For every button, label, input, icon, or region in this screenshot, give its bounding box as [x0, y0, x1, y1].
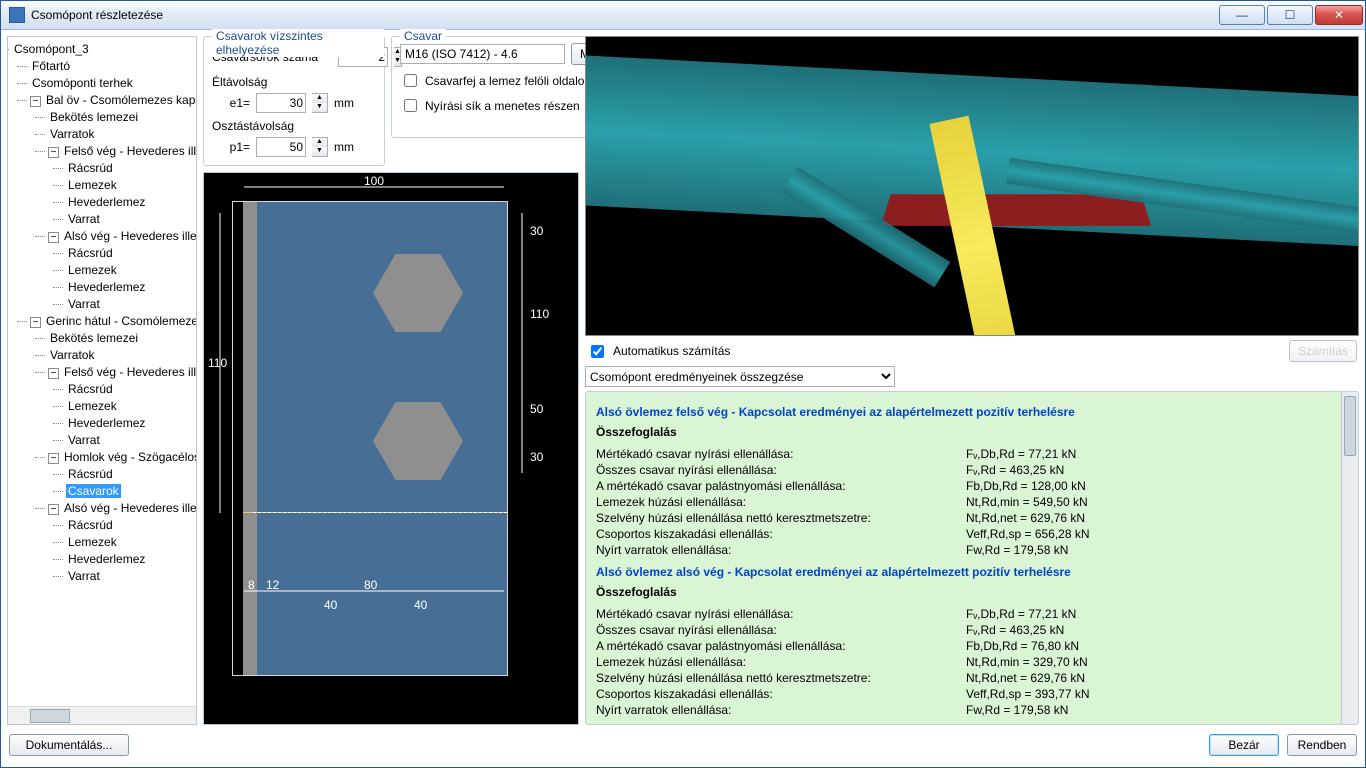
e1-label: e1=: [212, 96, 250, 110]
tree-item[interactable]: Bal öv - Csomólemezes kapc: [44, 93, 196, 107]
tree-item-selected[interactable]: Csavarok: [66, 484, 121, 498]
tree-item[interactable]: Csomóponti terhek: [30, 76, 135, 90]
results-combo[interactable]: Csomópont eredményeinek összegzése: [585, 366, 895, 387]
collapse-icon[interactable]: −: [48, 232, 59, 243]
svg-text:100: 100: [364, 174, 384, 188]
tree-item[interactable]: Felső vég - Hevederes ill: [62, 365, 196, 379]
minimize-button[interactable]: —: [1219, 5, 1265, 25]
maximize-button[interactable]: ☐: [1267, 5, 1313, 25]
tree-item[interactable]: Varrat: [66, 433, 102, 447]
section-header: Alsó övlemez alsó vég - Kapcsolat eredmé…: [596, 564, 1331, 580]
results-panel: Alsó övlemez felső vég - Kapcsolat eredm…: [585, 391, 1359, 725]
tree-item[interactable]: Varrat: [66, 212, 102, 226]
checkbox-label: Csavarfej a lemez felöli oldalon: [425, 74, 591, 88]
tree-item[interactable]: Varratok: [48, 348, 96, 362]
tree-item[interactable]: Homlok vég - Szögacélos: [62, 450, 196, 464]
svg-text:50: 50: [530, 402, 544, 416]
results-text[interactable]: Alsó övlemez felső vég - Kapcsolat eredm…: [586, 392, 1341, 724]
unit-label: mm: [334, 140, 354, 154]
svg-text:110: 110: [530, 307, 549, 321]
edge-title: Éltávolság: [212, 75, 376, 89]
summary-label: Összefoglalás: [596, 425, 677, 439]
svg-text:12: 12: [266, 578, 280, 592]
tree-item[interactable]: Rácsrúd: [66, 467, 115, 481]
tree-item[interactable]: Lemezek: [66, 178, 119, 192]
node-tree[interactable]: Csomópont_3 Főtartó Csomóponti terhek −B…: [8, 37, 196, 706]
tree-item[interactable]: Bekötés lemezei: [48, 110, 140, 124]
results-scrollbar[interactable]: [1341, 392, 1358, 724]
e1-input[interactable]: [256, 93, 306, 113]
tree-scrollbar[interactable]: [8, 706, 196, 724]
tree-item[interactable]: Rácsrúd: [66, 246, 115, 260]
section-header: Alsó övlemez felső vég - Kapcsolat eredm…: [596, 404, 1331, 420]
tree-item[interactable]: Alsó vég - Hevederes ille: [62, 229, 196, 243]
tree-item[interactable]: Gerinc hátul - Csomólemezes: [44, 314, 196, 328]
window-title: Csomópont részletezése: [31, 8, 1219, 22]
tree-panel: Csomópont_3 Főtartó Csomóponti terhek −B…: [7, 36, 197, 725]
svg-text:40: 40: [414, 598, 428, 612]
tree-item[interactable]: Hevederlemez: [66, 552, 147, 566]
unit-label: mm: [334, 96, 354, 110]
svg-text:30: 30: [530, 224, 544, 238]
3d-viewport[interactable]: [585, 36, 1359, 336]
p1-label: p1=: [212, 140, 250, 154]
tree-item[interactable]: Varrat: [66, 297, 102, 311]
tree-item[interactable]: Rácsrúd: [66, 161, 115, 175]
svg-text:40: 40: [324, 598, 338, 612]
tree-item[interactable]: Rácsrúd: [66, 382, 115, 396]
close-button[interactable]: ✕: [1315, 5, 1363, 25]
group-title: Csavar: [400, 29, 446, 43]
p1-input[interactable]: [256, 137, 306, 157]
collapse-icon[interactable]: −: [30, 96, 41, 107]
group-title: Csavarok vízszintes elhelyezése: [212, 29, 384, 57]
collapse-icon[interactable]: −: [48, 504, 59, 515]
tree-item[interactable]: Varratok: [48, 127, 96, 141]
tree-item[interactable]: Hevederlemez: [66, 280, 147, 294]
collapse-icon[interactable]: −: [48, 147, 59, 158]
tree-item[interactable]: Hevederlemez: [66, 416, 147, 430]
dialog-footer: Dokumentálás... Bezár Rendben: [7, 725, 1359, 761]
tree-item[interactable]: Hevederlemez: [66, 195, 147, 209]
tree-item[interactable]: Lemezek: [66, 399, 119, 413]
spinner-buttons[interactable]: ▲▼: [312, 93, 328, 113]
documentation-button[interactable]: Dokumentálás...: [9, 734, 129, 756]
app-icon: [9, 7, 25, 23]
close-dialog-button[interactable]: Bezár: [1209, 734, 1279, 756]
tree-item[interactable]: Felső vég - Hevederes ill: [62, 144, 196, 158]
titlebar: Csomópont részletezése — ☐ ✕: [1, 1, 1365, 30]
calc-button[interactable]: Számítás: [1289, 340, 1357, 362]
svg-text:110: 110: [208, 356, 227, 370]
auto-calc-label: Automatikus számítás: [613, 344, 730, 358]
tree-item[interactable]: Alsó vég - Hevederes ille: [62, 501, 196, 515]
tree-item[interactable]: Főtartó: [30, 59, 72, 73]
pitch-title: Osztástávolság: [212, 119, 376, 133]
bolt-layout-drawing[interactable]: 100 110 30 110 50 30 8 12 80 40 40: [203, 172, 579, 725]
collapse-icon[interactable]: −: [48, 368, 59, 379]
spinner-buttons[interactable]: ▲▼: [312, 137, 328, 157]
collapse-icon[interactable]: −: [48, 453, 59, 464]
auto-calc-checkbox[interactable]: [591, 345, 604, 358]
summary-label: Összefoglalás: [596, 585, 677, 599]
tree-item[interactable]: Varrat: [66, 569, 102, 583]
bolt-head-checkbox[interactable]: [404, 74, 417, 87]
tree-item[interactable]: Rácsrúd: [66, 518, 115, 532]
tree-item[interactable]: Bekötés lemezei: [48, 331, 140, 345]
tree-item[interactable]: Lemezek: [66, 263, 119, 277]
svg-text:30: 30: [530, 450, 544, 464]
tree-root[interactable]: Csomópont_3: [12, 42, 91, 56]
checkbox-label: Nyírási sík a menetes részen: [425, 99, 580, 113]
collapse-icon[interactable]: −: [30, 317, 41, 328]
tree-item[interactable]: Lemezek: [66, 535, 119, 549]
bolt-spec-input[interactable]: [400, 44, 565, 64]
svg-text:80: 80: [364, 578, 378, 592]
shear-plane-checkbox[interactable]: [404, 99, 417, 112]
svg-text:8: 8: [248, 578, 255, 592]
ok-button[interactable]: Rendben: [1287, 734, 1357, 756]
